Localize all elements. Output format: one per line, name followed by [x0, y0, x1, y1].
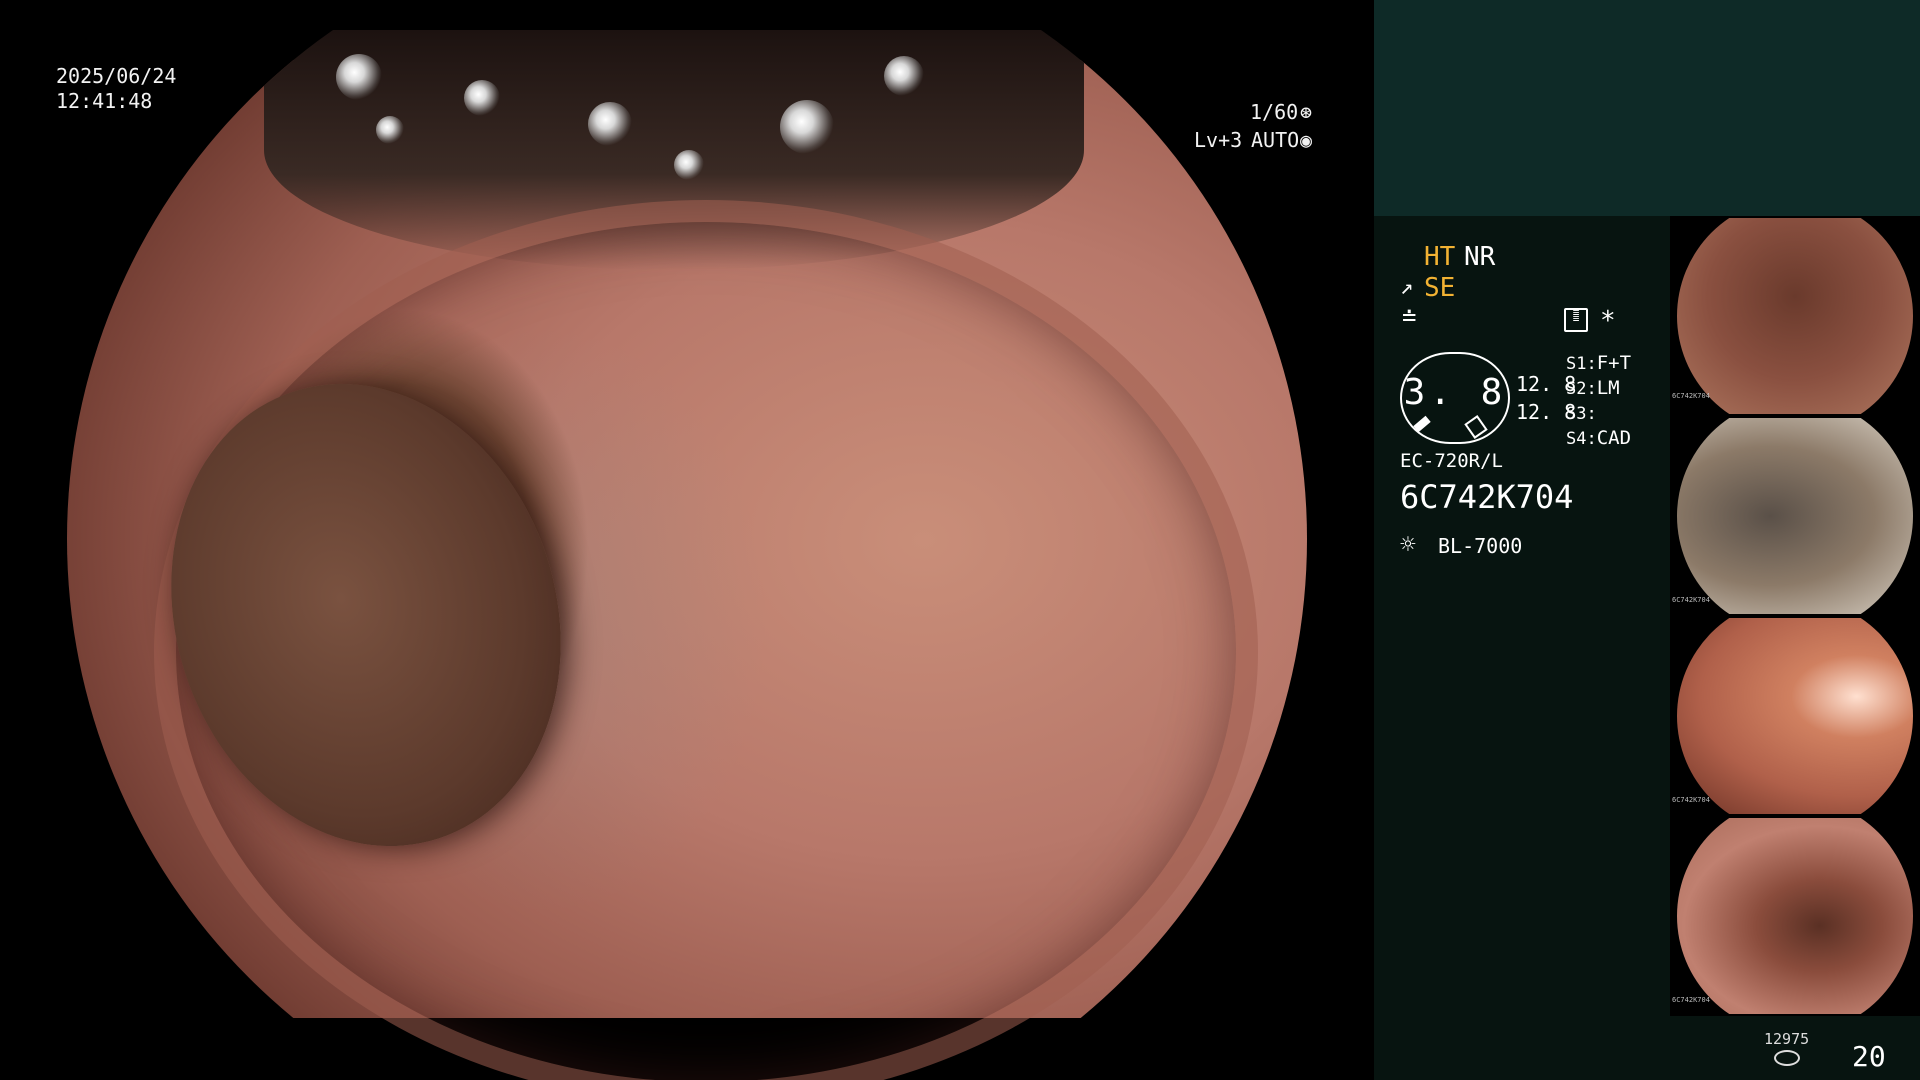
thumbnail-image	[1677, 218, 1913, 414]
light-source: BL-7000	[1438, 534, 1523, 558]
scope-button-key: S2:	[1566, 379, 1597, 399]
thumbnail-label: 6C742K704	[1672, 796, 1710, 804]
scope-button-key: S1:	[1566, 354, 1597, 374]
thumbnail-2[interactable]: 6C742K704	[1670, 416, 1920, 616]
settings-list-icon: ≡ ≡	[1564, 307, 1588, 332]
scope-model: EC-720R/L	[1400, 450, 1503, 472]
thumbnail-1[interactable]: 6C742K704	[1670, 216, 1920, 416]
scope-button-value: LM	[1596, 377, 1620, 399]
capture-count: 12975	[1764, 1030, 1810, 1048]
shutter-speed: 1/60	[1250, 100, 1299, 124]
endoscope-view	[0, 0, 1374, 1080]
ht-indicator: HT	[1424, 242, 1456, 272]
thumbnail-image	[1677, 818, 1913, 1014]
bubble	[674, 150, 704, 180]
shutter-icon: ⊛	[1300, 100, 1313, 124]
scope-button-value: CAD	[1596, 427, 1632, 449]
thumbnail-label: 6C742K704	[1672, 596, 1710, 604]
storage-disk-icon	[1774, 1050, 1800, 1066]
scope-button-key: S3:	[1566, 404, 1597, 424]
bubble	[376, 116, 404, 144]
thumbnail-label: 6C742K704	[1672, 392, 1710, 400]
bubble	[780, 100, 834, 154]
endoscope-image	[67, 30, 1307, 1080]
bubble	[884, 56, 924, 96]
color-mode-icon: ≐	[1402, 303, 1417, 331]
thumbnail-label: 6C742K704	[1672, 996, 1710, 1004]
structure-enhancement-icon: ↗	[1400, 275, 1414, 300]
scope-button-value: F+T	[1596, 352, 1632, 374]
panel-header	[1374, 0, 1920, 216]
light-source-icon: ☼	[1400, 530, 1416, 560]
bubble	[464, 80, 500, 116]
brightness-level: Lv+3	[1194, 128, 1243, 152]
thumbnail-image	[1677, 618, 1913, 814]
bubble	[336, 54, 382, 100]
scope-button-1: S1:F+T	[1566, 352, 1631, 374]
scope-button-2: S2:LM	[1566, 377, 1620, 399]
asterisk-indicator: *	[1600, 306, 1616, 336]
scope-serial: 6C742K704	[1400, 478, 1574, 516]
date-text: 2025/06/24	[56, 64, 177, 88]
page-number: 20	[1852, 1040, 1886, 1073]
scope-button-4: S4:CAD	[1566, 427, 1631, 449]
auto-iris-icon: ◉	[1300, 128, 1313, 152]
iris-mode: AUTO	[1251, 128, 1300, 152]
iris-value: 3. 8	[1403, 372, 1507, 413]
scope-button-key: S4:	[1566, 429, 1597, 449]
nr-indicator: NR	[1464, 242, 1496, 272]
se-indicator: SE	[1424, 273, 1456, 303]
thumbnail-3[interactable]: 6C742K704	[1670, 616, 1920, 816]
thumbnail-4[interactable]: 6C742K704	[1670, 816, 1920, 1016]
scope-button-3: S3:	[1566, 402, 1597, 424]
bubble	[588, 102, 632, 146]
time-text: 12:41:48	[56, 89, 153, 113]
thumbnail-image	[1677, 418, 1913, 614]
